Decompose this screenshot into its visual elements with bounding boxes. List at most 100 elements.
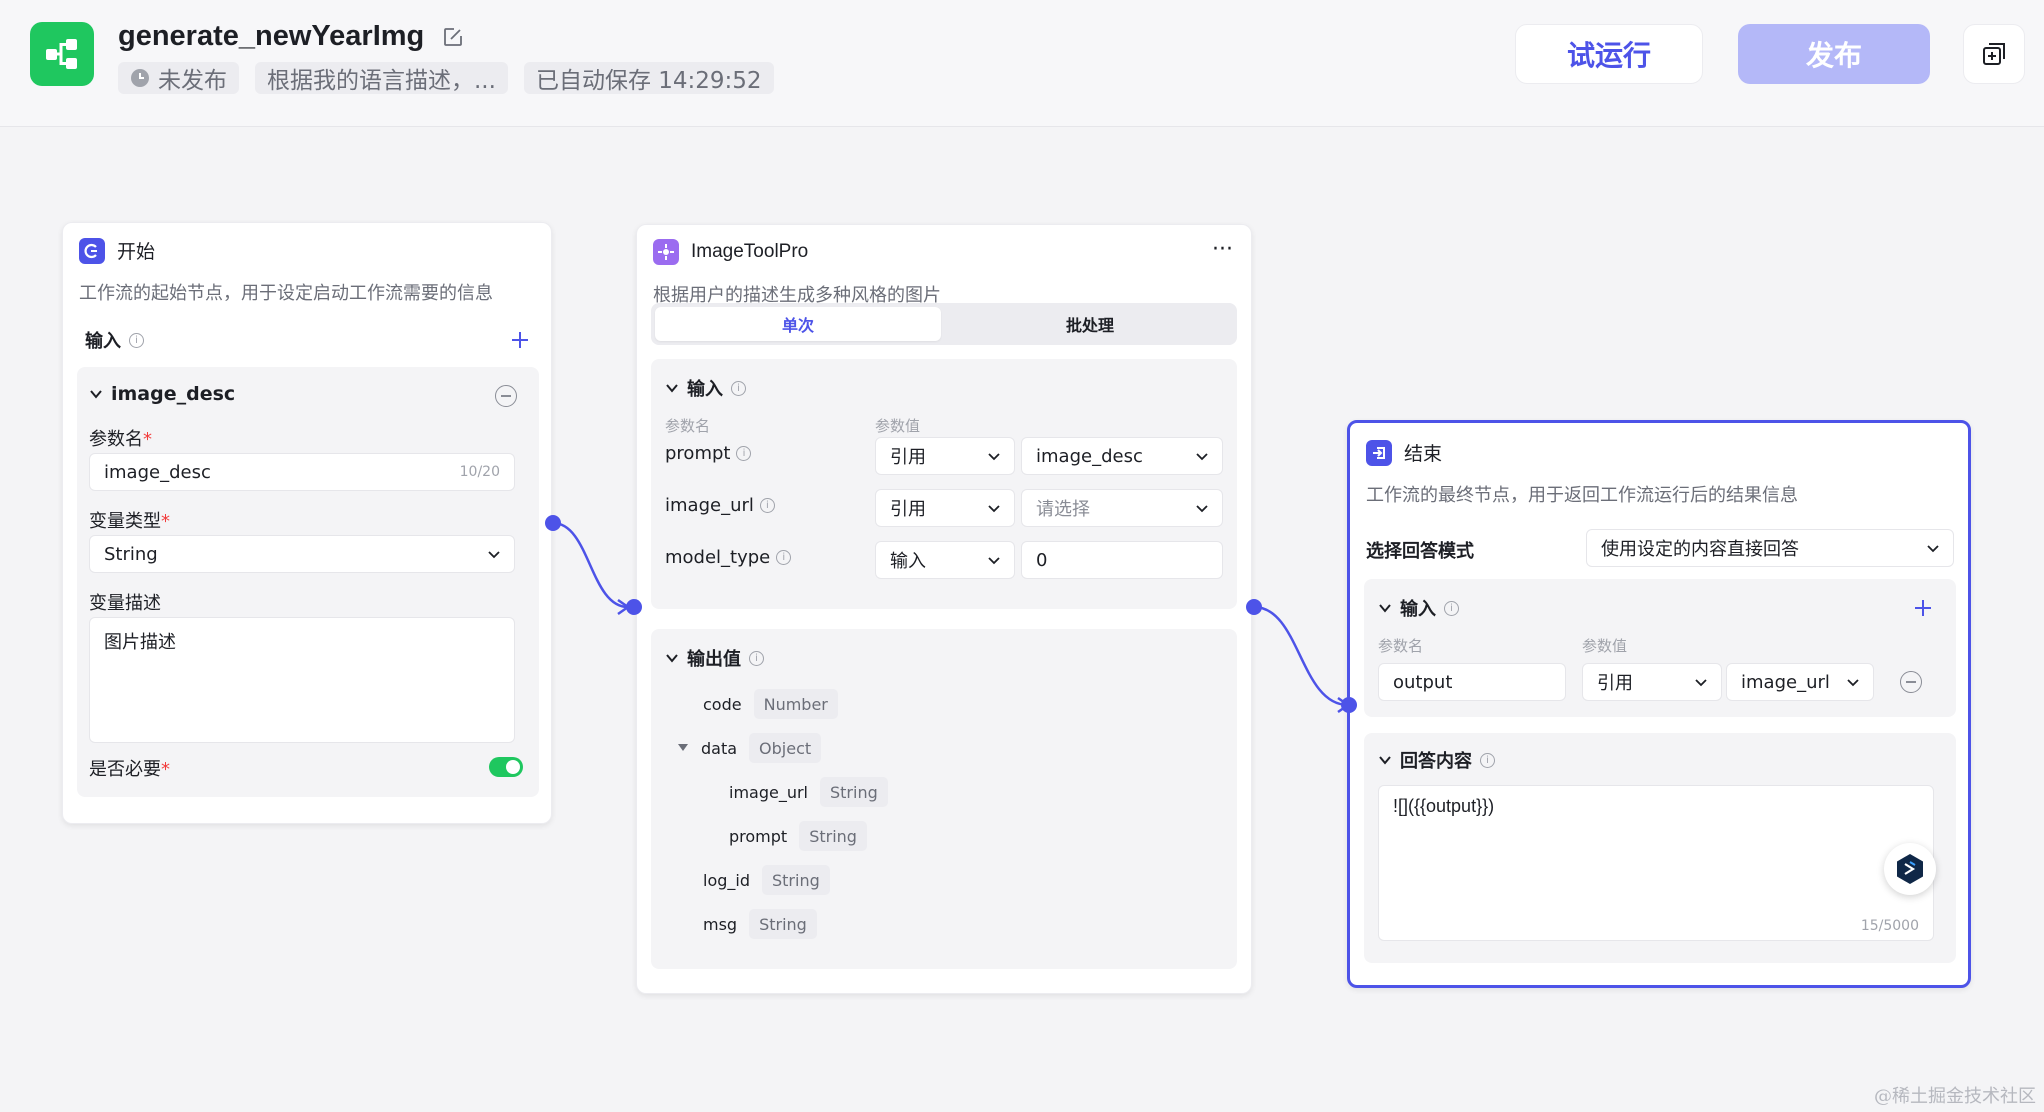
autosave-status: 已自动保存 14:29:52 xyxy=(523,62,774,94)
workflow-logo-icon xyxy=(30,22,94,86)
start-node-icon xyxy=(79,237,105,264)
end-input-port[interactable] xyxy=(1341,697,1357,713)
var-type-label: 变量类型* xyxy=(89,511,170,532)
add-input-button[interactable] xyxy=(509,329,531,351)
param-value-select[interactable]: 请选择 xyxy=(1021,489,1223,527)
tab-batch[interactable]: 批处理 xyxy=(947,307,1233,341)
publish-button[interactable]: 发布 xyxy=(1738,24,1930,84)
param-row-label: prompt i xyxy=(665,443,752,464)
copy-workflow-button[interactable] xyxy=(1963,24,2025,84)
chevron-down-icon xyxy=(1695,679,1707,687)
watermark: @稀土掘金技术社区 xyxy=(1874,1086,2036,1107)
start-node-desc: 工作流的起始节点，用于设定启动工作流需要的信息 xyxy=(79,283,493,304)
param-value-input[interactable]: 0 xyxy=(1021,541,1223,579)
chevron-down-icon xyxy=(1196,505,1208,513)
col-param-name: 参数名 xyxy=(665,417,711,435)
end-node-title: 结束 xyxy=(1404,443,1443,465)
param-row-label: model_type i xyxy=(665,547,792,568)
info-icon: i xyxy=(1444,600,1459,616)
test-run-button[interactable]: 试运行 xyxy=(1515,24,1703,84)
chevron-down-icon xyxy=(666,654,678,663)
param-name-input[interactable]: image_desc 10/20 xyxy=(89,453,515,491)
remove-output-button[interactable] xyxy=(1900,671,1922,693)
chevron-down-icon xyxy=(488,551,500,559)
param-row-label: image_url i xyxy=(665,495,775,516)
output-field: data Object xyxy=(677,733,822,763)
edge-start-to-tool xyxy=(552,521,629,609)
answer-mode-select[interactable]: 使用设定的内容直接回答 xyxy=(1586,529,1954,567)
end-node[interactable]: 结束 工作流的最终节点，用于返回工作流运行后的结果信息 选择回答模式 使用设定的… xyxy=(1347,420,1971,988)
type-tag: String xyxy=(749,909,817,939)
char-counter: 15/5000 xyxy=(1860,918,1919,934)
start-output-port[interactable] xyxy=(545,515,561,531)
type-tag: String xyxy=(799,821,867,851)
end-input-title[interactable]: 输入 i xyxy=(1378,595,1459,621)
clock-icon xyxy=(131,69,149,87)
answer-content-title[interactable]: 回答内容 i xyxy=(1378,747,1495,773)
chevron-down-icon xyxy=(90,390,102,399)
tool-output-section: 输出值 i code Number data Object image_url Str… xyxy=(651,629,1237,969)
param-mode-select[interactable]: 引用 xyxy=(875,437,1015,475)
end-node-icon xyxy=(1366,439,1392,466)
param-mode-select[interactable]: 输入 xyxy=(875,541,1015,579)
output-field: prompt String xyxy=(729,821,867,851)
required-label: 是否必要* xyxy=(89,759,170,780)
more-options-icon[interactable]: ··· xyxy=(1212,237,1233,262)
remove-param-button[interactable] xyxy=(495,385,517,407)
col-param-name: 参数名 xyxy=(1378,637,1424,655)
info-icon: i xyxy=(759,498,775,513)
param-name-label: 参数名* xyxy=(89,429,152,450)
col-param-value: 参数值 xyxy=(1582,637,1628,655)
param-value-select[interactable]: image_desc xyxy=(1021,437,1223,475)
tool-node-title: ImageToolPro xyxy=(691,241,809,262)
info-icon: i xyxy=(731,380,746,396)
start-node-title: 开始 xyxy=(117,241,156,263)
edit-icon[interactable] xyxy=(440,24,466,50)
app-title: generate_newYearImg xyxy=(118,20,425,52)
edge-tool-to-end xyxy=(1253,605,1349,707)
caret-down-icon[interactable] xyxy=(677,743,689,753)
start-input-section-title: 输入 i xyxy=(85,327,144,353)
param-card-title[interactable]: image_desc xyxy=(89,383,235,405)
var-type-select[interactable]: String xyxy=(89,535,515,573)
output-name-input[interactable]: output xyxy=(1378,663,1566,701)
plugin-icon xyxy=(653,239,679,265)
chevron-down-icon xyxy=(1196,453,1208,461)
output-field: image_url String xyxy=(729,777,888,807)
chevron-down-icon xyxy=(988,505,1000,513)
answer-content-section: 回答内容 i ![]({{output}}) 15/5000 xyxy=(1364,733,1956,963)
tab-single[interactable]: 单次 xyxy=(655,307,941,341)
type-tag: String xyxy=(820,777,888,807)
tool-input-section: 输入 i 参数名 参数值 prompt i 引用 image_desc image… xyxy=(651,359,1237,609)
output-value-select[interactable]: image_url xyxy=(1726,663,1874,701)
param-card: image_desc 参数名* image_desc 10/20 变量类型* S… xyxy=(77,367,539,797)
chevron-down-icon xyxy=(666,384,678,393)
chevron-down-icon xyxy=(1927,545,1939,553)
output-mode-select[interactable]: 引用 xyxy=(1582,663,1722,701)
required-toggle[interactable] xyxy=(489,757,523,777)
workflow-description: 根据我的语言描述，... xyxy=(255,62,508,94)
var-desc-label: 变量描述 xyxy=(89,593,161,614)
chevron-down-icon xyxy=(988,557,1000,565)
type-tag: Object xyxy=(749,733,822,763)
output-field: msg String xyxy=(703,909,817,939)
tool-input-title[interactable]: 输入 i xyxy=(665,375,746,401)
info-icon: i xyxy=(776,550,792,565)
end-input-section: 输入 i 参数名 参数值 output 引用 image_url xyxy=(1364,579,1956,717)
output-field: log_id String xyxy=(703,865,830,895)
image-tool-node[interactable]: ImageToolPro ··· 根据用户的描述生成多种风格的图片 单次 批处理… xyxy=(636,224,1252,994)
tool-input-port[interactable] xyxy=(626,599,642,615)
chevron-down-icon xyxy=(1847,679,1859,687)
status-text: 未发布 xyxy=(158,68,227,94)
tool-output-title[interactable]: 输出值 i xyxy=(665,645,764,671)
var-desc-textarea[interactable]: 图片描述 xyxy=(89,617,515,743)
param-mode-select[interactable]: 引用 xyxy=(875,489,1015,527)
info-icon: i xyxy=(129,332,144,348)
add-output-button[interactable] xyxy=(1912,597,1934,619)
tool-output-port[interactable] xyxy=(1246,599,1262,615)
start-node[interactable]: 开始 工作流的起始节点，用于设定启动工作流需要的信息 输入 i image_de… xyxy=(62,222,552,824)
ai-assist-icon[interactable] xyxy=(1884,843,1936,895)
info-icon: i xyxy=(736,446,752,461)
answer-content-textarea[interactable]: ![]({{output}}) 15/5000 xyxy=(1378,785,1934,941)
info-icon: i xyxy=(1480,752,1495,768)
